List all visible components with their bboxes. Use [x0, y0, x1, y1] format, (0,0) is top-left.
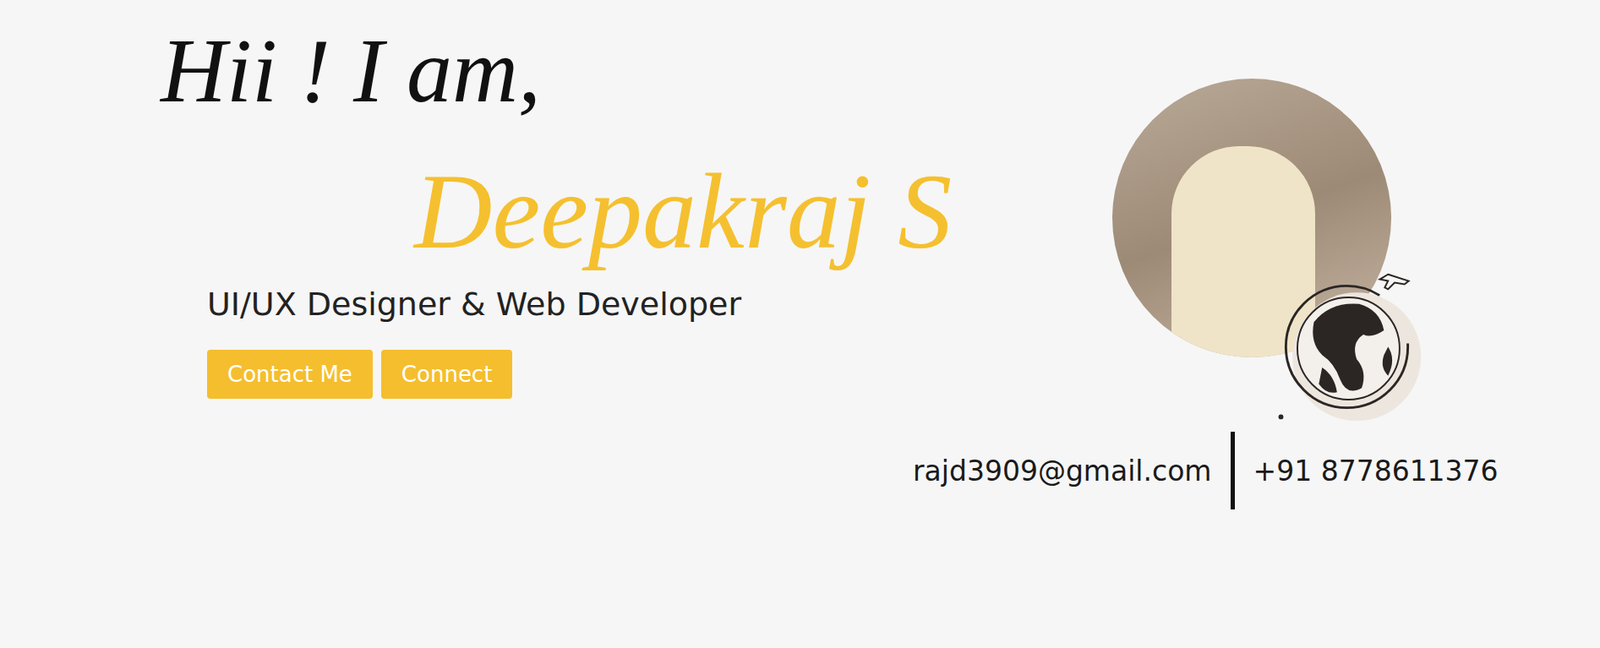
greeting: Hii ! I am, [160, 18, 541, 124]
intro-column: Hii ! I am,Deepakraj SUI/UX Designer & W… [0, 0, 913, 648]
globe-icon [1264, 264, 1430, 430]
role: UI/UX Designer & Web Developer [207, 285, 742, 323]
photo-group [1112, 78, 1428, 429]
button-row: Contact MeConnect [207, 349, 513, 399]
action-button[interactable]: Contact Me [207, 349, 373, 399]
profile-column: rajd3909@gmail.com +91 8778611376 [912, 0, 1600, 648]
name: Deepakraj S [414, 147, 952, 278]
contact-row: rajd3909@gmail.com +91 8778611376 [912, 431, 1499, 510]
email[interactable]: rajd3909@gmail.com [912, 454, 1213, 488]
person-shape [1171, 146, 1316, 358]
hero-page: Hii ! I am, Deepakraj S UI/UX Designer & W… [0, 0, 1600, 648]
action-button[interactable]: Connect [381, 349, 514, 399]
divider [1230, 431, 1235, 510]
phone[interactable]: +91 8778611376 [1253, 454, 1499, 488]
